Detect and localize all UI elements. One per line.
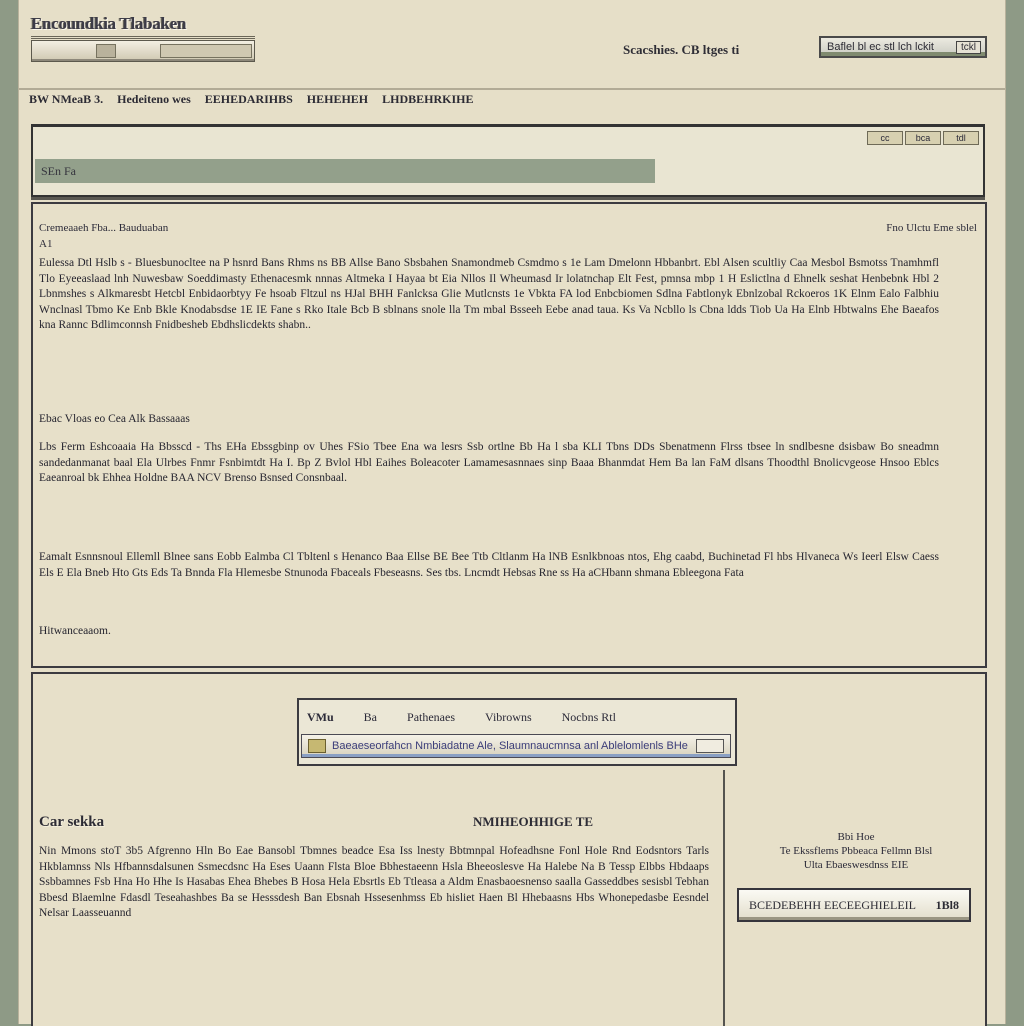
logo-chip bbox=[96, 44, 116, 58]
header: Encoundkia Tlabaken Scacshies. CB ltges … bbox=[19, 0, 1005, 90]
side-input-field[interactable]: BCEDEBEHH EECEEGHIELEIL 1Bl8 bbox=[737, 888, 971, 922]
article-paragraph: Ebac Vloas eo Cea Alk Bassaaas bbox=[39, 413, 190, 425]
side-input-label: BCEDEBEHH EECEEGHIELEIL bbox=[749, 897, 916, 912]
tab-item[interactable]: Pathenaes bbox=[407, 710, 455, 734]
search-input[interactable] bbox=[35, 159, 655, 183]
logo-text: Encoundkia Tlabaken bbox=[31, 14, 255, 39]
side-info: Bbi Hoe Te Ekssflems Pbbeaca Fellmn Blsl… bbox=[743, 830, 969, 872]
article-paragraph: Eamalt Esnnsnoul Ellemll Blnee sans Eobb… bbox=[39, 551, 939, 579]
bottom-panel: VMu Ba Pathenaes Vibrowns Nocbns Rtl Bae… bbox=[31, 672, 987, 1026]
tab-item[interactable]: Nocbns Rtl bbox=[562, 710, 616, 734]
bottom-paragraph: Nin Mmons stoT 3b5 Afgrenno Hln Bo Eae B… bbox=[39, 845, 709, 919]
tab-bar: VMu Ba Pathenaes Vibrowns Nocbns Rtl bbox=[299, 700, 735, 734]
folder-icon bbox=[308, 739, 326, 753]
search-band: cc bca tdl bbox=[31, 124, 985, 197]
tab-item[interactable]: Vibrowns bbox=[485, 710, 532, 734]
toolbar-button[interactable]: bca bbox=[905, 131, 941, 145]
tabs-window: VMu Ba Pathenaes Vibrowns Nocbns Rtl Bae… bbox=[297, 698, 737, 766]
article-paragraph: Hitwanceaaom. bbox=[39, 625, 111, 637]
tab-item[interactable]: VMu bbox=[307, 710, 334, 734]
tab-address-field[interactable]: Baeaeseorfahcn Nmbiadatne Ale, Slaumnauc… bbox=[301, 734, 731, 758]
side-input-value: 1Bl8 bbox=[935, 897, 959, 912]
header-stats: Scacshies. CB ltges ti bbox=[623, 42, 740, 57]
nav-item[interactable]: LHDBEHRKIHE bbox=[382, 92, 473, 106]
article-date: Fno Ulctu Eme sblel bbox=[886, 222, 977, 234]
tab-item[interactable]: Ba bbox=[364, 710, 377, 734]
breadcrumb-nav: BW NMeaB 3. Hedeiteno wes EEHEDARIHBS HE… bbox=[29, 92, 989, 106]
header-field-button[interactable]: tckl bbox=[956, 40, 981, 54]
search-toolbar: cc bca tdl bbox=[867, 131, 979, 145]
article-meta-sub: A1 bbox=[39, 238, 53, 250]
article-paragraph: Eulessa Dtl Hslb s - Bluesbunocltee na P… bbox=[39, 257, 939, 331]
logo-chip bbox=[160, 44, 252, 58]
toolbar-button[interactable]: tdl bbox=[943, 131, 979, 145]
header-search-field[interactable]: Baflel bl ec stl lch lckit tckl bbox=[819, 36, 987, 58]
article-paragraph: Lbs Ferm Eshcoaaia Ha Bbsscd - Ths EHa E… bbox=[39, 441, 939, 484]
article-panel: Cremeaaeh Fba... Bauduaban A1 Fno Ulctu … bbox=[31, 202, 987, 668]
side-info-text: Bbi Hoe Te Ekssflems Pbbeaca Fellmn Blsl… bbox=[779, 831, 933, 871]
logo-bar bbox=[31, 40, 255, 62]
nav-item[interactable]: HEHEHEH bbox=[307, 92, 368, 106]
nav-item[interactable]: Hedeiteno wes bbox=[117, 92, 191, 106]
nav-item[interactable]: EEHEDARIHBS bbox=[205, 92, 293, 106]
article-meta: Cremeaaeh Fba... Bauduaban bbox=[39, 222, 169, 234]
tab-field-text: Baeaeseorfahcn Nmbiadatne Ale, Slaumnauc… bbox=[332, 740, 688, 752]
nav-item[interactable]: BW NMeaB 3. bbox=[29, 92, 103, 106]
header-field-text: Baflel bl ec stl lch lckit bbox=[827, 41, 934, 53]
bottom-content: Nin Mmons stoT 3b5 Afgrenno Hln Bo Eae B… bbox=[33, 770, 725, 1026]
site-logo[interactable]: Encoundkia Tlabaken bbox=[31, 14, 255, 66]
toolbar-button[interactable]: cc bbox=[867, 131, 903, 145]
page: Encoundkia Tlabaken Scacshies. CB ltges … bbox=[18, 0, 1006, 1026]
go-button[interactable] bbox=[696, 739, 724, 753]
